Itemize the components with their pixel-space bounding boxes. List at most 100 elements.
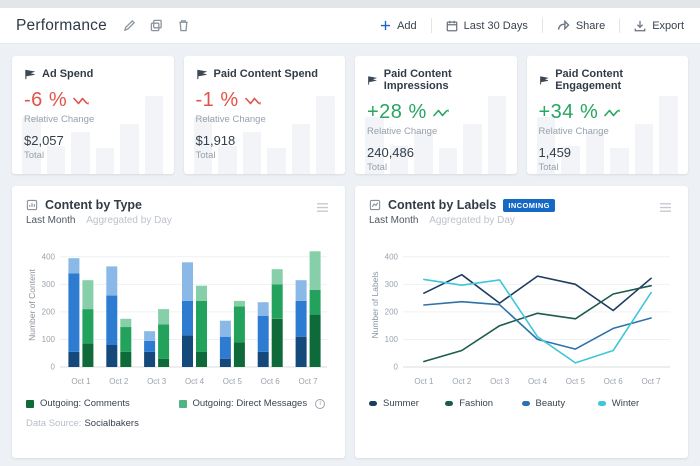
- kpi-card-paid-content-impressions[interactable]: Paid Content Impressions +28 % Relative …: [355, 56, 517, 174]
- legend-swatch: [26, 399, 34, 408]
- svg-text:Oct 6: Oct 6: [261, 377, 281, 386]
- legend-label: Outgoing: Comments: [40, 398, 130, 409]
- svg-text:300: 300: [42, 280, 56, 289]
- widget-type-icon: [26, 199, 38, 211]
- calendar-icon: [446, 20, 457, 31]
- legend-item[interactable]: Winter: [597, 398, 674, 409]
- kpi-change-value: -6 %: [24, 89, 162, 112]
- add-button-label: Add: [397, 19, 417, 32]
- kpi-title: Ad Spend: [42, 68, 94, 80]
- svg-text:Number of Labels: Number of Labels: [370, 271, 380, 338]
- trend-down-icon: [244, 97, 261, 105]
- svg-text:400: 400: [42, 252, 56, 261]
- chart-legend: Summer Fashion Beauty Winter: [369, 398, 674, 409]
- legend-dot: [521, 401, 530, 406]
- kpi-total-value: $1,918: [195, 133, 236, 148]
- chart-card-content-by-type: Content by Type Last Month Aggregated by…: [12, 186, 345, 458]
- incoming-badge: INCOMING: [503, 198, 555, 212]
- flag-icon: [196, 69, 207, 79]
- trend-up-icon: [604, 108, 621, 116]
- chart-card-content-by-labels: Content by Labels INCOMING Last Month Ag…: [355, 186, 688, 458]
- export-button[interactable]: Export: [620, 20, 684, 32]
- kpi-card-paid-content-engagement[interactable]: Paid Content Engagement +34 % Relative C…: [526, 56, 688, 174]
- info-icon[interactable]: i: [315, 398, 326, 409]
- legend-label: Summer: [383, 398, 419, 409]
- date-range-button[interactable]: Last 30 Days: [432, 20, 542, 32]
- legend-item[interactable]: Outgoing: Direct Messages i: [178, 398, 332, 409]
- svg-text:400: 400: [385, 252, 399, 261]
- dashboard-header: Performance Add Last 30 Days Share Expor…: [0, 8, 700, 44]
- legend-label: Beauty: [535, 398, 566, 409]
- kpi-change-value: +28 %: [367, 101, 505, 124]
- svg-text:Oct 3: Oct 3: [147, 377, 167, 386]
- kpi-card-ad-spend[interactable]: Ad Spend -6 % Relative Change $2,057 Tot…: [12, 56, 174, 174]
- delete-icon[interactable]: [177, 19, 190, 32]
- svg-text:100: 100: [385, 335, 399, 344]
- kpi-total-value: $2,057: [24, 133, 64, 148]
- trend-down-icon: [73, 97, 90, 105]
- kpi-total-value: 240,486: [367, 145, 414, 160]
- kpi-card-paid-content-spend[interactable]: Paid Content Spend -1 % Relative Change …: [183, 56, 345, 174]
- date-range-label: Last 30 Days: [463, 19, 528, 32]
- trend-up-icon: [432, 108, 449, 116]
- flag-icon: [539, 75, 549, 85]
- share-button-label: Share: [575, 19, 606, 32]
- svg-text:Number of Content: Number of Content: [27, 268, 37, 340]
- window-top-strip: [0, 0, 700, 8]
- kpi-change-value: +34 %: [539, 101, 677, 124]
- widget-type-icon: [369, 199, 381, 211]
- kpi-row: Ad Spend -6 % Relative Change $2,057 Tot…: [12, 56, 688, 174]
- share-button[interactable]: Share: [543, 20, 619, 32]
- flag-icon: [25, 69, 35, 79]
- chart-menu-icon[interactable]: [657, 198, 674, 220]
- legend-label: Winter: [611, 398, 640, 409]
- svg-text:0: 0: [394, 363, 399, 372]
- data-source-row: Data Source: Socialbakers: [26, 418, 331, 429]
- charts-row: Content by Type Last Month Aggregated by…: [12, 186, 688, 458]
- svg-text:200: 200: [42, 307, 56, 316]
- share-icon: [557, 20, 570, 31]
- legend-item[interactable]: Summer: [369, 398, 445, 409]
- legend-label: Fashion: [459, 398, 494, 409]
- svg-text:300: 300: [385, 280, 399, 289]
- kpi-total-label: Total: [195, 150, 216, 161]
- svg-text:Oct 2: Oct 2: [109, 377, 129, 386]
- legend-dot: [445, 401, 454, 406]
- chart-aggregation: Aggregated by Day: [86, 215, 172, 226]
- legend-label: Outgoing: Direct Messages: [192, 398, 308, 409]
- svg-text:Oct 7: Oct 7: [299, 377, 319, 386]
- chart-period: Last Month: [26, 215, 76, 226]
- legend-item[interactable]: Beauty: [521, 398, 598, 409]
- kpi-change-label: Relative Change: [367, 126, 438, 137]
- svg-text:Oct 2: Oct 2: [452, 377, 472, 386]
- svg-text:100: 100: [42, 335, 56, 344]
- svg-text:Oct 6: Oct 6: [604, 377, 624, 386]
- svg-text:Oct 3: Oct 3: [490, 377, 510, 386]
- chart-aggregation: Aggregated by Day: [429, 215, 515, 226]
- add-button[interactable]: Add: [366, 20, 431, 32]
- data-source-value: Socialbakers: [84, 418, 139, 429]
- kpi-total-value: 1,459: [538, 145, 572, 160]
- export-button-label: Export: [652, 19, 684, 32]
- chart-menu-icon[interactable]: [314, 198, 331, 220]
- legend-dot: [369, 401, 377, 406]
- export-icon: [634, 20, 646, 31]
- kpi-change-label: Relative Change: [195, 114, 266, 125]
- legend-swatch: [178, 399, 187, 408]
- kpi-change-label: Relative Change: [538, 126, 609, 137]
- legend-item[interactable]: Outgoing: Comments: [26, 398, 179, 409]
- svg-text:Oct 4: Oct 4: [185, 377, 205, 386]
- edit-icon[interactable]: [123, 19, 136, 32]
- legend-dot: [597, 401, 606, 406]
- kpi-change-label: Relative Change: [24, 114, 95, 125]
- svg-text:Oct 1: Oct 1: [414, 377, 434, 386]
- svg-text:0: 0: [51, 363, 56, 372]
- chart-legend: Outgoing: Comments Outgoing: Direct Mess…: [26, 398, 331, 409]
- duplicate-icon[interactable]: [150, 19, 163, 32]
- kpi-total-label: Total: [24, 150, 45, 161]
- flag-icon: [368, 75, 377, 85]
- kpi-total-label: Total: [538, 162, 559, 173]
- svg-text:Oct 5: Oct 5: [223, 377, 243, 386]
- kpi-title: Paid Content Engagement: [555, 68, 624, 92]
- legend-item[interactable]: Fashion: [445, 398, 521, 409]
